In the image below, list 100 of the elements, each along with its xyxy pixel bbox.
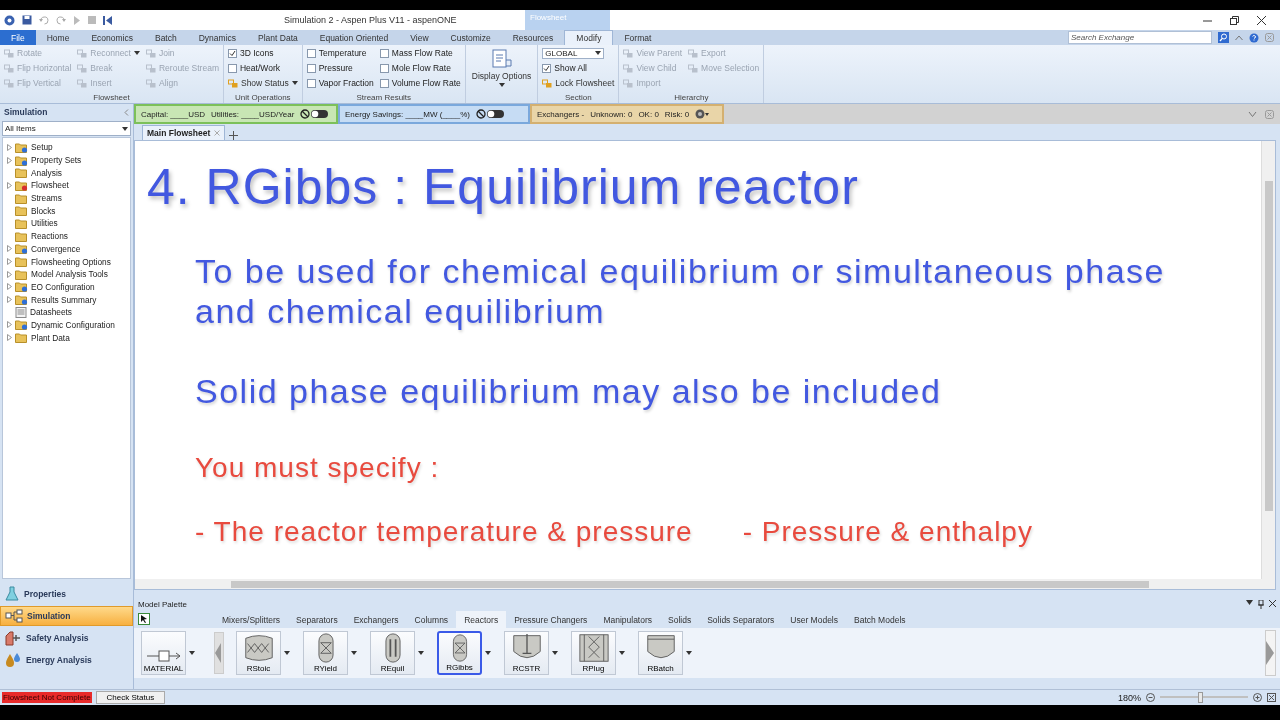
gauge-icon[interactable]	[695, 109, 710, 119]
scroll-right-icon[interactable]	[1265, 630, 1276, 676]
ribbon-tab[interactable]: Plant Data	[247, 30, 309, 45]
palette-tab[interactable]: Batch Models	[846, 611, 914, 628]
pointer-tool-icon[interactable]	[138, 613, 150, 625]
tree-item[interactable]: Flowsheet	[31, 180, 69, 191]
navigation-button[interactable]: Properties	[0, 584, 133, 604]
model-button[interactable]: RBatch	[638, 631, 683, 675]
stream-button[interactable]: MATERIAL	[141, 631, 186, 675]
navigation-button[interactable]: Safety Analysis	[0, 628, 133, 648]
display-options-button[interactable]: Display Options	[469, 47, 534, 89]
model-button[interactable]: RYield	[303, 631, 348, 675]
tree-item[interactable]: Property Sets	[31, 155, 82, 166]
checkbox[interactable]	[379, 78, 389, 88]
ribbon-tab[interactable]: Batch	[143, 30, 188, 45]
ribbon-tab[interactable]: View	[399, 30, 440, 45]
pin-icon[interactable]	[1258, 600, 1264, 609]
zoom-out-icon[interactable]	[1146, 693, 1155, 702]
close-icon[interactable]	[1257, 15, 1266, 25]
ribbon-tab[interactable]: Modify	[564, 30, 614, 45]
horizontal-scrollbar[interactable]	[135, 579, 1275, 589]
model-button[interactable]: RGibbs	[437, 631, 482, 675]
undo-icon[interactable]	[39, 15, 49, 25]
palette-tab[interactable]: Pressure Changers	[506, 611, 596, 628]
close-icon[interactable]	[1269, 600, 1276, 607]
checkbox[interactable]	[227, 48, 237, 58]
document-tab[interactable]: Main Flowsheet	[142, 125, 226, 140]
zoom-in-icon[interactable]	[1253, 693, 1262, 702]
tree-item[interactable]: Setup	[31, 142, 53, 153]
ribbon-command[interactable]: Show Status	[227, 78, 298, 88]
save-icon[interactable]	[22, 15, 32, 25]
palette-tab[interactable]: Solids Separators	[699, 611, 783, 628]
model-button[interactable]: REquil	[370, 631, 415, 675]
ribbon-tab[interactable]: Economics	[80, 30, 144, 45]
collapse-icon[interactable]	[1235, 34, 1243, 41]
ribbon-tab[interactable]: Format	[613, 30, 663, 45]
checkbox[interactable]	[379, 63, 389, 73]
rewind-icon[interactable]	[103, 15, 112, 25]
tree-item[interactable]: Streams	[31, 193, 62, 204]
checkbox[interactable]	[379, 48, 389, 58]
toggle-switch[interactable]	[300, 109, 329, 119]
tree-item[interactable]: Analysis	[31, 167, 62, 178]
app-logo-icon	[4, 14, 15, 26]
minimize-panel-icon[interactable]	[1248, 110, 1257, 118]
ribbon-tab[interactable]: Dynamics	[187, 30, 248, 45]
model-button[interactable]: RCSTR	[504, 631, 549, 675]
expand-icon[interactable]	[7, 181, 12, 189]
vertical-scrollbar[interactable]	[1261, 141, 1275, 579]
tree-item[interactable]: Reactions	[31, 231, 68, 242]
ribbon-tab[interactable]: Customize	[439, 30, 502, 45]
tree-item[interactable]: EO Configuration	[31, 281, 95, 292]
checkbox[interactable]	[306, 63, 316, 73]
navigation-button[interactable]: Energy Analysis	[0, 650, 133, 670]
navigation-button[interactable]: Simulation	[0, 606, 133, 626]
section-dropdown[interactable]: GLOBAL	[542, 47, 605, 59]
ribbon-tab[interactable]: Home	[35, 30, 81, 45]
help-icon[interactable]	[1249, 32, 1259, 43]
palette-tab[interactable]: Exchangers	[345, 611, 407, 628]
tree-item[interactable]: Blocks	[31, 205, 56, 216]
tree-item[interactable]: Convergence	[31, 243, 81, 254]
fit-icon[interactable]	[1267, 693, 1276, 702]
check-status-button[interactable]: Check Status	[95, 691, 166, 704]
model-button[interactable]: RPlug	[571, 631, 616, 675]
checkbox[interactable]	[306, 78, 316, 88]
redo-icon[interactable]	[56, 15, 66, 25]
play-icon[interactable]	[73, 15, 81, 25]
new-tab-button[interactable]	[229, 131, 239, 140]
scroll-left-icon[interactable]	[214, 632, 224, 674]
palette-tab[interactable]: Separators	[288, 611, 346, 628]
caret-icon	[351, 651, 357, 655]
palette-tab[interactable]: User Models	[782, 611, 846, 628]
tool-icon	[623, 78, 634, 88]
ribbon-tab[interactable]: Resources	[501, 30, 565, 45]
dropdown-icon[interactable]	[1246, 600, 1253, 605]
palette-tab[interactable]: Mixers/Splitters	[214, 611, 289, 628]
palette-tab[interactable]: Manipulators	[595, 611, 661, 628]
tree-item[interactable]: Utilities	[31, 218, 58, 229]
checkbox[interactable]	[227, 63, 237, 73]
toggle-switch[interactable]	[475, 109, 504, 119]
palette-tab[interactable]: Reactors	[456, 611, 507, 628]
ribbon-command[interactable]: Lock Flowsheet	[542, 78, 615, 88]
tree-item[interactable]: Model Analysis Tools	[31, 269, 108, 280]
checkbox[interactable]	[542, 63, 552, 73]
search-icon[interactable]	[1218, 32, 1229, 43]
search-field[interactable]: Search Exchange	[1068, 31, 1212, 44]
tree-item[interactable]: Results Summary	[31, 294, 97, 305]
ribbon-tab[interactable]: Equation Oriented	[308, 30, 400, 45]
collapse-icon[interactable]	[124, 108, 129, 116]
tree-item[interactable]: Plant Data	[31, 332, 70, 343]
tree-item[interactable]: Dynamic Configuration	[31, 319, 115, 330]
palette-tab[interactable]: Solids	[660, 611, 700, 628]
model-button[interactable]: RStoic	[236, 631, 281, 675]
checkbox[interactable]	[306, 48, 316, 58]
restore-icon[interactable]	[1230, 15, 1239, 25]
tree-item[interactable]: Flowsheeting Options	[31, 256, 111, 267]
palette-tab[interactable]: Columns	[406, 611, 457, 628]
filter-dropdown[interactable]: All Items	[2, 121, 131, 136]
tree-item[interactable]: Datasheets	[30, 307, 72, 318]
file-tab[interactable]: File	[0, 30, 36, 45]
slider-thumb[interactable]	[1198, 692, 1204, 703]
